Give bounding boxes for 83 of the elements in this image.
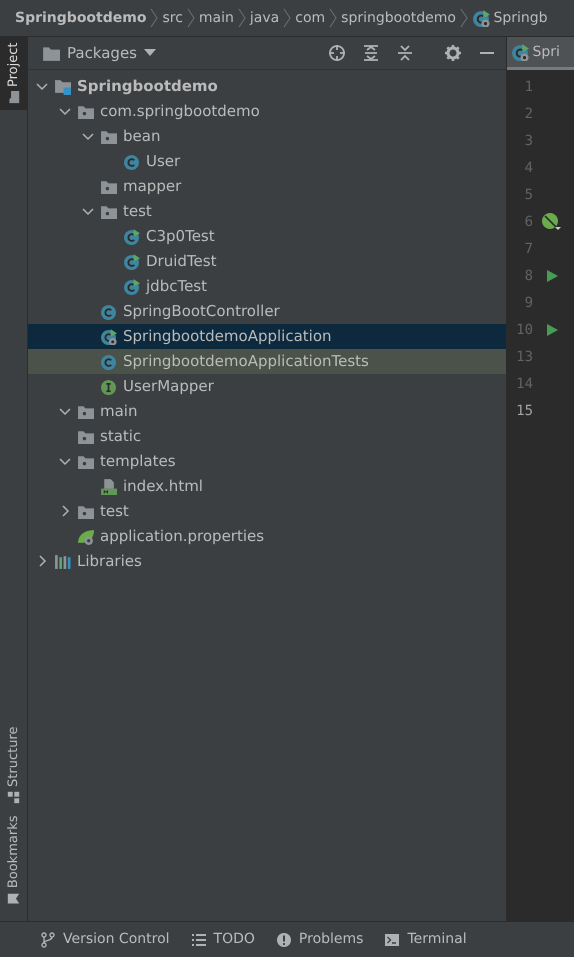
tool-window-tab[interactable]: Bookmarks <box>0 810 27 911</box>
breadcrumb-link[interactable]: springbootdemo <box>341 8 456 28</box>
line-number: 3 <box>524 132 533 150</box>
tree-item[interactable]: test <box>28 498 506 524</box>
libraries-icon <box>54 552 71 570</box>
tree-item[interactable]: User <box>28 148 506 174</box>
tool-window-button[interactable]: Terminal <box>384 929 467 950</box>
application-class-icon <box>472 9 490 27</box>
separator-icon <box>329 8 338 28</box>
breadcrumb-link[interactable]: Springbootdemo <box>15 8 146 28</box>
tree-item[interactable]: UserMapper <box>28 374 506 398</box>
class-icon <box>100 352 117 370</box>
warning-icon <box>276 932 292 948</box>
test-class-icon <box>123 278 140 294</box>
tree-item[interactable]: C3p0Test <box>28 224 506 248</box>
run-icon <box>545 269 559 283</box>
tool-window-button[interactable]: Problems <box>276 929 364 950</box>
interface-icon <box>100 378 117 394</box>
line-number: 10 <box>515 320 533 340</box>
separator-icon <box>238 8 246 28</box>
tree-item[interactable]: jdbcTest <box>28 274 506 298</box>
tree-item[interactable]: com.springbootdemo <box>28 98 506 124</box>
line-number: 7 <box>524 240 533 258</box>
html-file-icon <box>100 478 117 494</box>
tree-item[interactable]: Springbootdemo <box>28 74 506 98</box>
line-number: 6 <box>524 212 533 232</box>
line-number: 14 <box>515 374 533 394</box>
line-number: 8 <box>524 266 533 286</box>
line-number: 1 <box>524 78 533 96</box>
separator-icon <box>186 8 195 28</box>
tool-window-tab[interactable]: Project <box>0 37 27 110</box>
tree-item[interactable]: static <box>28 424 506 448</box>
breadcrumb-link[interactable]: java <box>250 8 280 28</box>
line-number: 15 <box>515 402 533 420</box>
tree-item[interactable]: DruidTest <box>28 248 506 274</box>
separator-icon <box>150 8 158 28</box>
breadcrumb-link[interactable]: main <box>198 8 234 28</box>
tree-item[interactable]: SpringbootdemoApplicationTests <box>28 348 506 374</box>
module-icon <box>54 78 71 94</box>
tree-item[interactable]: main <box>28 398 506 424</box>
separator-icon <box>283 8 292 28</box>
line-number: 5 <box>524 186 533 204</box>
run-icon <box>545 323 559 337</box>
class-icon <box>100 302 117 320</box>
branch-icon <box>40 932 56 948</box>
breadcrumb-link[interactable]: Springb <box>472 8 548 28</box>
separator-icon <box>460 8 468 28</box>
tree-item[interactable]: templates <box>28 448 506 474</box>
tool-window-button[interactable]: Version Control <box>40 929 170 950</box>
application-class-icon <box>100 328 117 344</box>
spring-bean-icon <box>541 212 561 232</box>
class-icon <box>123 152 140 170</box>
tree-item[interactable]: bean <box>28 124 506 148</box>
tree-item[interactable]: test <box>28 198 506 224</box>
tree-item[interactable]: SpringbootdemoApplication <box>28 324 506 348</box>
tree-item[interactable]: index.html <box>28 474 506 498</box>
test-class-icon <box>123 228 140 244</box>
expand-all-icon[interactable] <box>362 44 380 62</box>
test-class-icon <box>123 252 140 270</box>
line-number: 4 <box>524 158 533 178</box>
locate-icon[interactable] <box>328 44 346 62</box>
application-class-icon <box>511 43 529 61</box>
settings-icon[interactable] <box>444 44 462 62</box>
breadcrumb-link[interactable]: src <box>162 8 183 28</box>
spring-leaf-icon <box>77 528 94 544</box>
line-number: 13 <box>515 348 533 366</box>
structure-icon <box>7 790 20 804</box>
list-icon <box>190 932 207 948</box>
bookmark-icon <box>7 892 20 905</box>
view-dropdown[interactable]: Packages <box>42 44 156 62</box>
tree-item[interactable]: SpringBootController <box>28 298 506 324</box>
tool-window-button[interactable]: TODO <box>190 929 255 950</box>
tree-item[interactable]: Libraries <box>28 548 506 574</box>
terminal-icon <box>384 932 400 948</box>
tree-item[interactable]: mapper <box>28 174 506 198</box>
caret-icon <box>144 49 156 57</box>
tool-window-tab[interactable]: Structure <box>0 720 27 810</box>
line-number: 2 <box>524 104 533 124</box>
breadcrumb-link[interactable]: com <box>295 8 326 28</box>
collapse-all-icon[interactable] <box>396 44 414 62</box>
folder-icon <box>7 90 20 104</box>
line-number: 9 <box>524 294 533 312</box>
tree-item[interactable]: application.properties <box>28 524 506 548</box>
